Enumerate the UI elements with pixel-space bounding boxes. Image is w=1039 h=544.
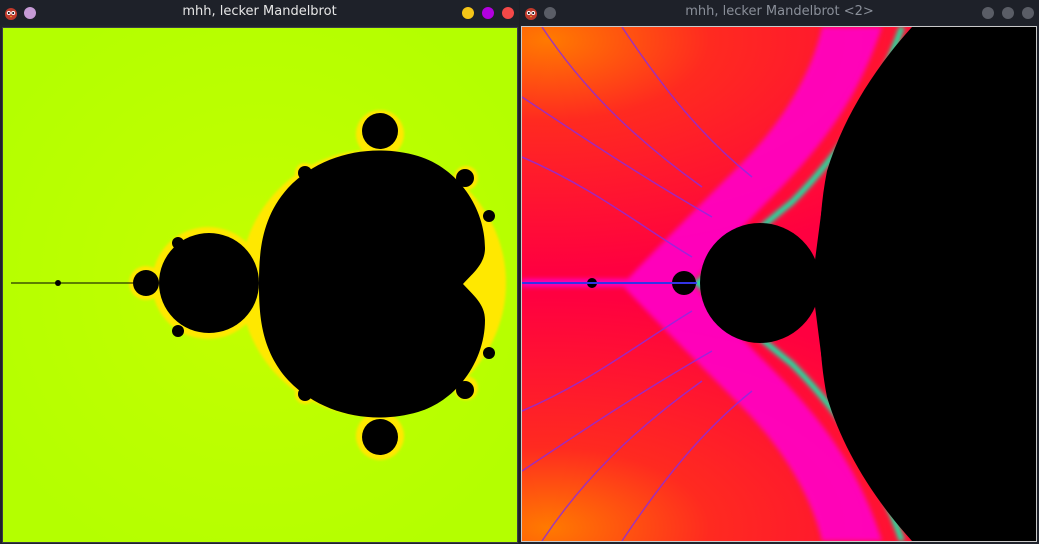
close-button[interactable] xyxy=(1022,7,1034,19)
window-title: mhh, lecker Mandelbrot <2> xyxy=(685,4,874,19)
close-button[interactable] xyxy=(502,7,514,19)
window-mandelbrot: mhh, lecker Mandelbrot xyxy=(0,0,519,544)
title-bar[interactable]: mhh, lecker Mandelbrot <2> xyxy=(520,0,1039,25)
mandelbrot-zoom-canvas[interactable] xyxy=(521,26,1037,542)
maximize-button[interactable] xyxy=(1002,7,1014,19)
window-mandelbrot-2: mhh, lecker Mandelbrot <2> xyxy=(520,0,1039,544)
window-title: mhh, lecker Mandelbrot xyxy=(182,4,337,19)
title-bar[interactable]: mhh, lecker Mandelbrot xyxy=(0,0,519,25)
minimize-button[interactable] xyxy=(462,7,474,19)
mandelbrot-canvas[interactable] xyxy=(2,27,518,543)
minimize-button[interactable] xyxy=(982,7,994,19)
maximize-button[interactable] xyxy=(482,7,494,19)
